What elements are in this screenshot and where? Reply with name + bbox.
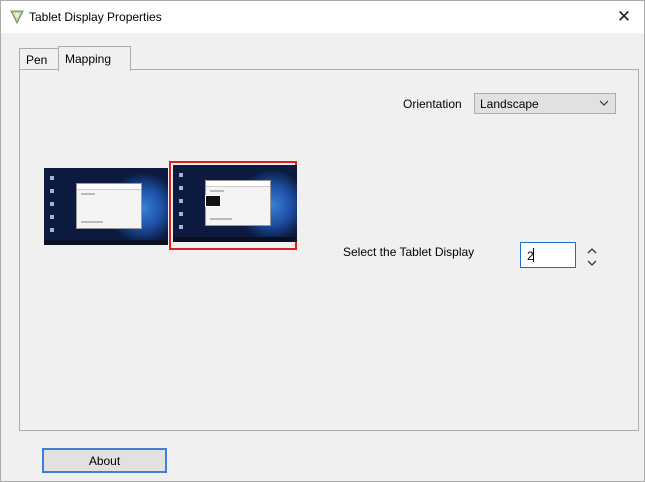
taskbar-preview — [173, 237, 297, 242]
spinner-up-button[interactable] — [586, 245, 598, 257]
close-icon: ✕ — [616, 7, 632, 26]
title-bar: Tablet Display Properties ✕ — [1, 1, 644, 33]
tablet-display-properties-window: Tablet Display Properties ✕ Pen Mapping … — [0, 0, 645, 482]
display-number-input[interactable]: 2 — [520, 242, 576, 268]
display-1-thumbnail[interactable] — [44, 168, 168, 245]
tab-label: Mapping — [65, 52, 112, 66]
taskbar-preview — [44, 240, 168, 245]
orientation-label: Orientation — [403, 97, 462, 111]
chevron-down-icon — [599, 95, 609, 114]
text-cursor — [533, 248, 534, 262]
chevron-up-icon — [587, 248, 597, 254]
desktop-icons — [50, 176, 56, 241]
chevron-down-icon — [587, 260, 597, 266]
orientation-value: Landscape — [480, 97, 539, 111]
close-button[interactable]: ✕ — [604, 1, 644, 33]
about-button-label: About — [88, 453, 121, 468]
tab-label: Pen — [26, 52, 48, 67]
spinner-down-button[interactable] — [586, 257, 598, 269]
window-title: Tablet Display Properties — [29, 10, 162, 24]
tablet-app-icon — [10, 10, 24, 24]
tab-mapping[interactable]: Mapping — [58, 46, 131, 71]
display-number-spinner — [586, 245, 598, 269]
desktop-icons — [179, 173, 185, 238]
display-2-thumbnail[interactable] — [173, 165, 297, 242]
display-badge — [205, 195, 221, 207]
about-button[interactable]: About — [42, 448, 167, 473]
orientation-dropdown[interactable]: Landscape — [474, 93, 616, 114]
tab-pen[interactable]: Pen — [19, 48, 59, 70]
select-display-label: Select the Tablet Display — [343, 245, 475, 259]
window-preview — [76, 183, 142, 229]
